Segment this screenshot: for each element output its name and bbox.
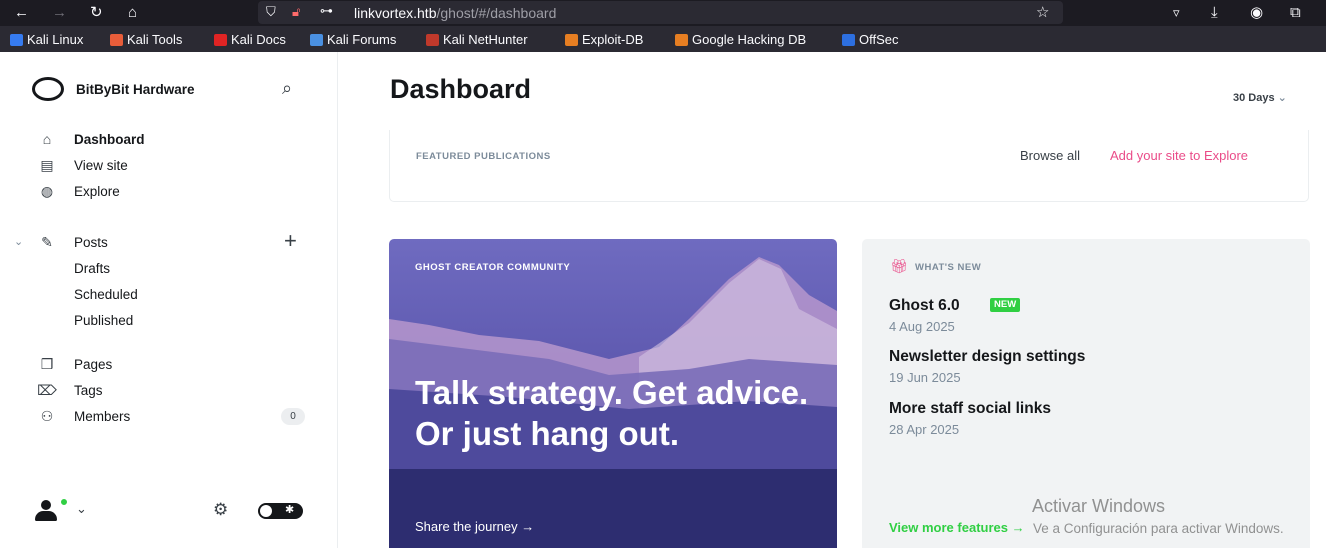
dark-mode-toggle[interactable]: ✱ <box>258 503 303 519</box>
ghost-admin: BitByBit Hardware ⌕ ⌂ Dashboard ▤ View sit… <box>0 52 1326 548</box>
bookmark-favicon-icon <box>214 33 227 46</box>
sidebar-item-members[interactable]: ⚇ Members <box>36 406 131 426</box>
home-icon: ⌂ <box>42 131 52 147</box>
new-post-plus-icon[interactable]: + <box>284 228 297 254</box>
new-badge: NEW <box>990 298 1021 312</box>
url-text: linkvortex.htb/ghost/#/dashboard <box>354 5 557 21</box>
site-title[interactable]: BitByBit Hardware <box>76 82 195 97</box>
bookmark-favicon-icon <box>110 33 123 46</box>
bookmark-item[interactable]: Kali Tools <box>110 32 182 47</box>
chevron-down-icon[interactable]: ⌄ <box>14 235 23 248</box>
sidebar-item-dashboard[interactable]: ⌂ Dashboard <box>36 129 145 149</box>
date-range-select[interactable]: 30 Days ⌄ <box>1233 91 1287 104</box>
browser-toolbar: ← → ↻ ⌂ ⛉ 🔓︎ ⊶ linkvortex.htb/ghost/#/da… <box>0 0 1326 26</box>
sidebar-item-pages[interactable]: ❒ Pages <box>36 354 113 374</box>
share-journey-link[interactable]: Share the journey → <box>415 519 534 534</box>
shield-icon[interactable]: ⛉ <box>266 4 276 20</box>
sun-icon: ✱ <box>285 504 295 516</box>
view-more-features-link[interactable]: View more features → <box>889 520 1025 535</box>
insecure-lock-icon[interactable]: 🔓︎ <box>292 4 300 20</box>
news-item-date: 28 Apr 2025 <box>889 422 960 437</box>
key-icon[interactable]: ⊶ <box>320 3 333 19</box>
back-arrow-icon[interactable]: ← <box>14 3 29 23</box>
browse-all-link[interactable]: Browse all <box>1020 148 1080 163</box>
gift-icon: 🎁︎ <box>890 258 908 274</box>
tag-icon: ⌦ <box>37 381 57 398</box>
bookmarks-bar: Kali Linux Kali Tools Kali Docs Kali Forums… <box>0 26 1326 52</box>
sidebar-item-view-site[interactable]: ▤ View site <box>36 155 127 175</box>
pocket-icon[interactable]: ▿ <box>1173 3 1180 23</box>
main-content: Dashboard 30 Days ⌄ FEATURED PUBLICATION… <box>338 52 1326 548</box>
account-icon[interactable]: ◉ <box>1250 3 1263 23</box>
bookmark-item[interactable]: Exploit-DB <box>565 32 643 47</box>
featured-label: FEATURED PUBLICATIONS <box>416 151 551 162</box>
news-item-title[interactable]: Newsletter design settings <box>889 348 1085 366</box>
bookmark-item[interactable]: Kali NetHunter <box>426 32 528 47</box>
whats-new-label: WHAT'S NEW <box>915 262 982 273</box>
page-title: Dashboard <box>390 74 532 104</box>
forward-arrow-icon[interactable]: → <box>52 3 67 23</box>
windows-watermark-title: Activar Windows <box>1032 496 1166 516</box>
browser-icon: ▤ <box>40 156 54 173</box>
community-label: GHOST CREATOR COMMUNITY <box>415 262 571 273</box>
news-item-title[interactable]: Ghost 6.0 <box>889 297 960 315</box>
home-icon[interactable]: ⌂ <box>128 3 137 23</box>
bookmark-favicon-icon <box>842 33 855 46</box>
community-card[interactable]: GHOST CREATOR COMMUNITY Talk strategy. G… <box>389 239 837 548</box>
bookmark-favicon-icon <box>426 33 439 46</box>
sidebar: BitByBit Hardware ⌕ ⌂ Dashboard ▤ View sit… <box>0 52 338 548</box>
sidebar-item-scheduled[interactable]: Scheduled <box>74 287 138 302</box>
bookmark-item[interactable]: Google Hacking DB <box>675 32 806 47</box>
gear-icon[interactable]: ⚙ <box>213 500 228 520</box>
featured-publications-card: FEATURED PUBLICATIONS Browse all Add you… <box>389 130 1309 202</box>
bookmark-item[interactable]: Kali Forums <box>310 32 396 47</box>
bookmark-favicon-icon <box>565 33 578 46</box>
pencil-icon: ✎ <box>41 233 53 250</box>
site-logo[interactable] <box>32 77 64 101</box>
bookmark-star-icon[interactable]: ☆ <box>1036 3 1049 21</box>
extensions-icon[interactable]: ⧉ <box>1290 3 1301 23</box>
sidebar-item-explore[interactable]: ◍ Explore <box>36 181 120 201</box>
news-item-date: 19 Jun 2025 <box>889 370 961 385</box>
bookmark-favicon-icon <box>675 33 688 46</box>
members-icon: ⚇ <box>40 407 54 424</box>
bookmark-favicon-icon <box>10 33 23 46</box>
news-item-title[interactable]: More staff social links <box>889 400 1051 418</box>
reload-icon[interactable]: ↻ <box>90 3 103 23</box>
chevron-down-icon[interactable]: ⌄ <box>76 501 87 517</box>
pages-icon: ❒ <box>40 355 54 372</box>
sidebar-item-posts[interactable]: ✎ Posts <box>36 232 108 252</box>
avatar[interactable] <box>32 497 69 524</box>
add-site-link[interactable]: Add your site to Explore <box>1110 148 1248 163</box>
bookmark-favicon-icon <box>310 33 323 46</box>
bookmark-item[interactable]: Kali Docs <box>214 32 286 47</box>
download-icon[interactable]: ⤓ <box>1211 3 1218 23</box>
members-count-badge: 0 <box>281 408 305 425</box>
chevron-down-icon: ⌄ <box>1277 92 1287 104</box>
sidebar-item-tags[interactable]: ⌦ Tags <box>36 380 102 400</box>
sidebar-item-drafts[interactable]: Drafts <box>74 261 110 276</box>
address-bar[interactable]: ⛉ 🔓︎ ⊶ linkvortex.htb/ghost/#/dashboard … <box>258 1 1063 24</box>
news-item-date: 4 Aug 2025 <box>889 319 955 334</box>
community-headline: Talk strategy. Get advice. Or just hang o… <box>415 374 809 452</box>
search-icon[interactable]: ⌕ <box>282 78 292 99</box>
sidebar-item-published[interactable]: Published <box>74 313 133 328</box>
bookmark-item[interactable]: OffSec <box>842 32 899 47</box>
windows-watermark-subtitle: Ve a Configuración para activar Windows. <box>1033 521 1284 536</box>
bookmark-item[interactable]: Kali Linux <box>10 32 83 47</box>
globe-icon: ◍ <box>40 182 54 199</box>
